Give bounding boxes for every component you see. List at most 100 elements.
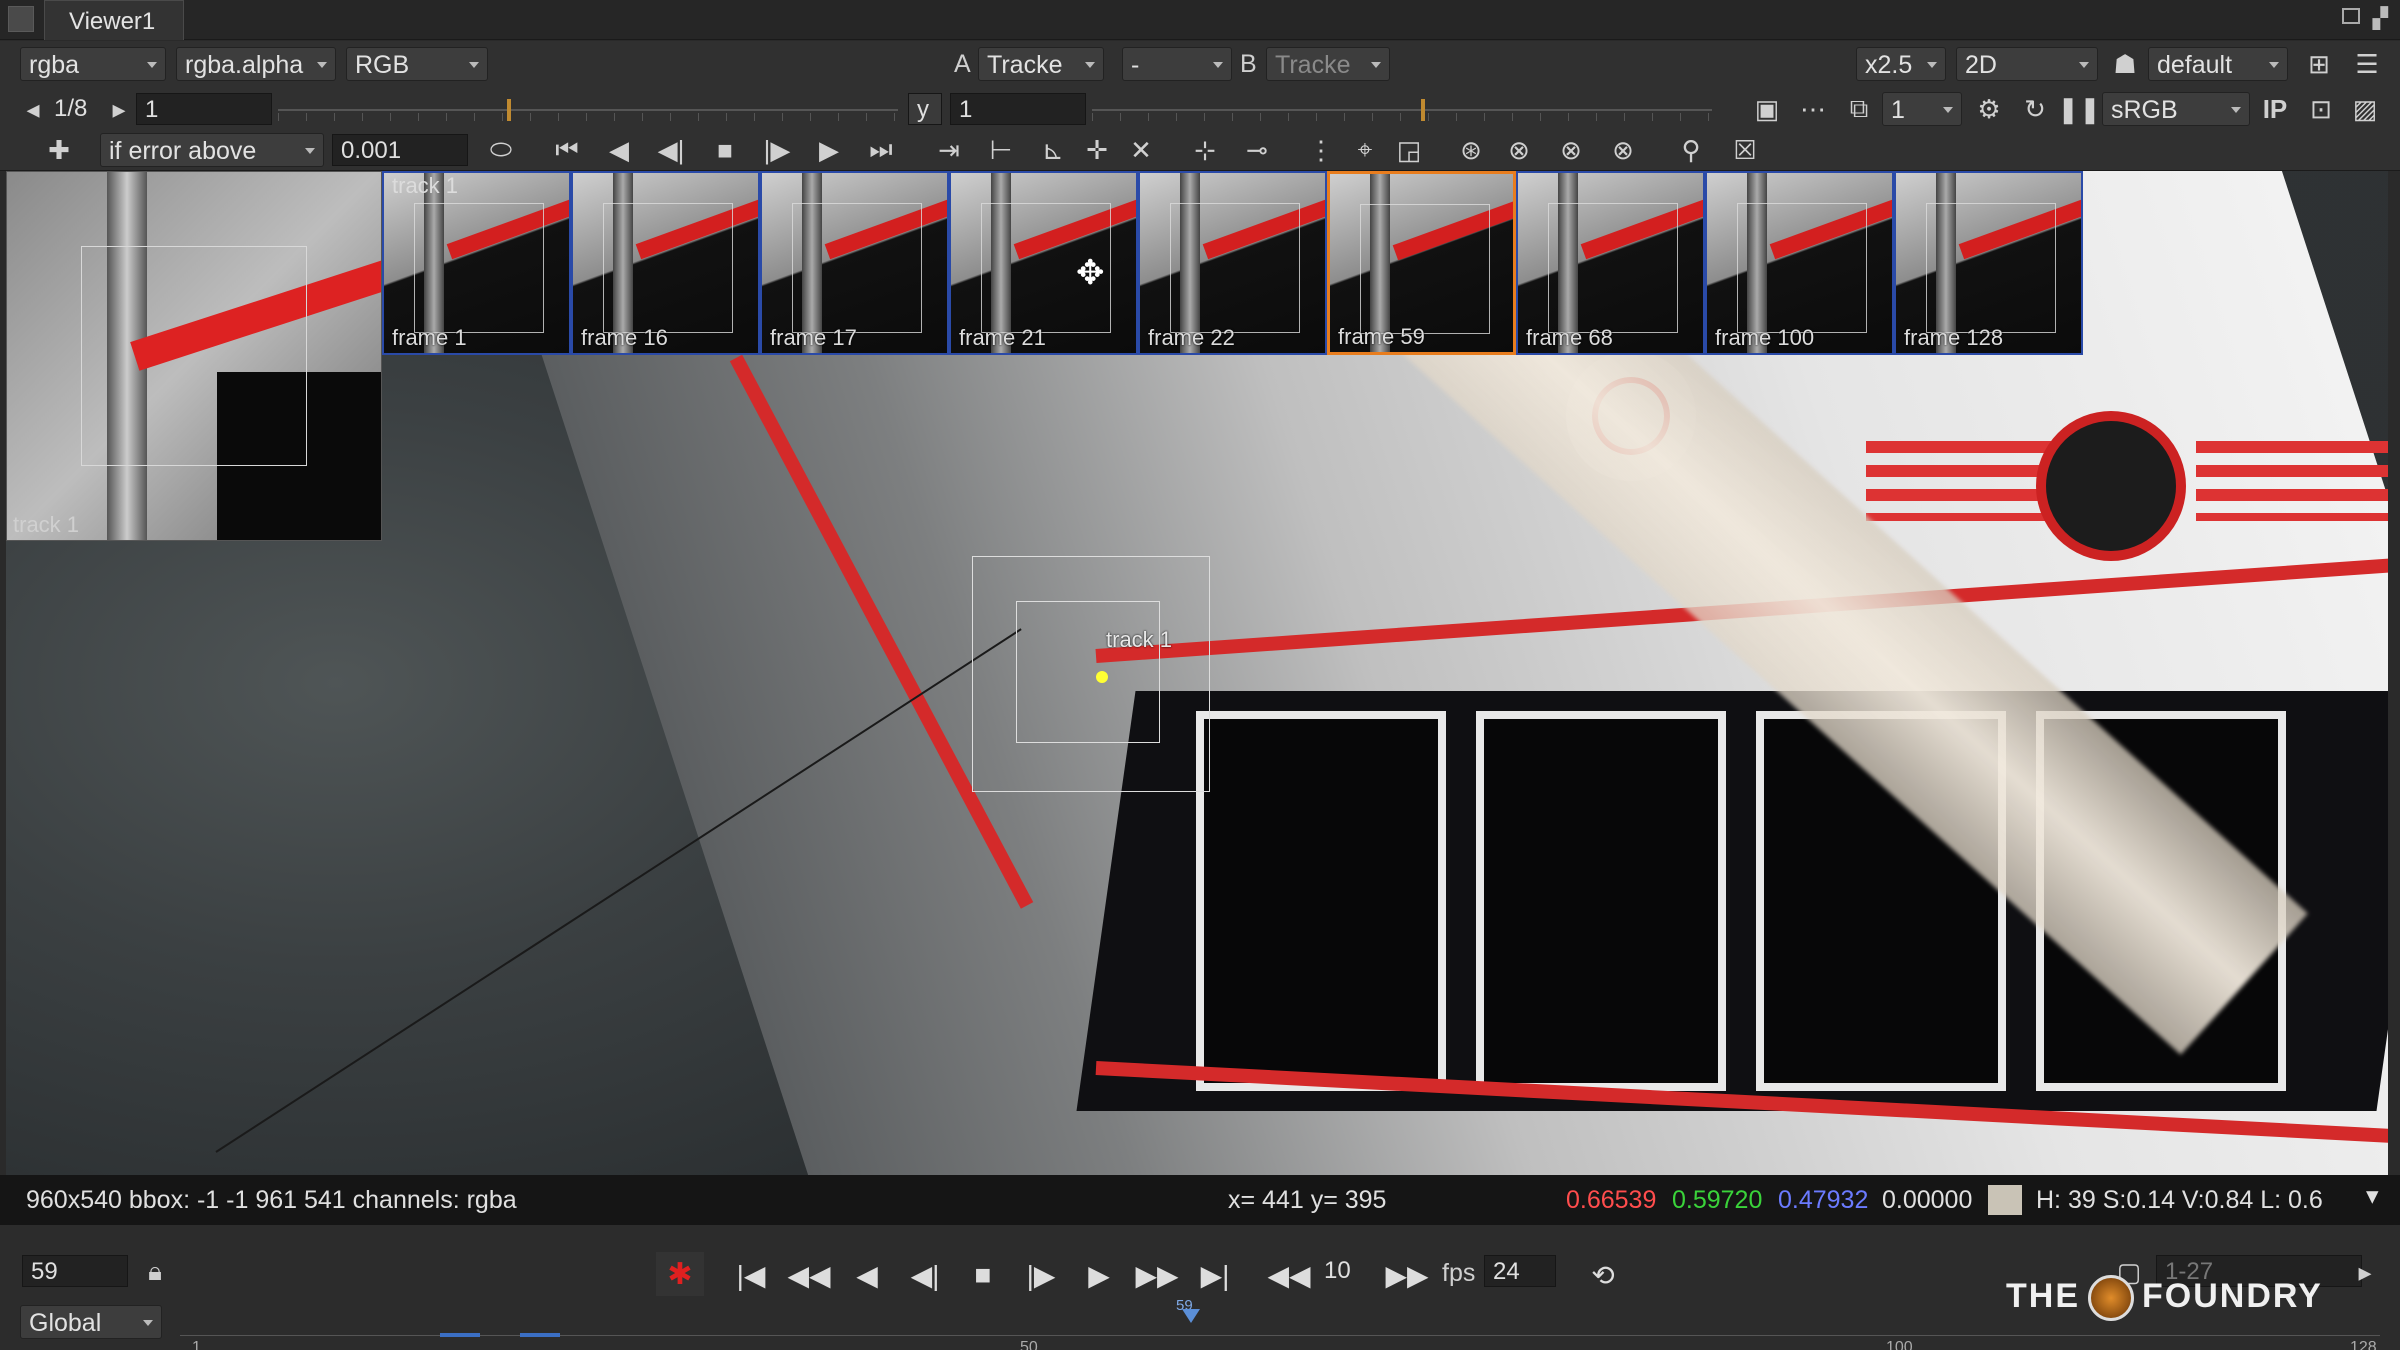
- close-pane-icon[interactable]: ▞: [2373, 6, 2388, 31]
- view-mode-dropdown[interactable]: 2D: [1956, 47, 2098, 81]
- track-forward-icon[interactable]: ▶: [810, 131, 848, 169]
- track-to-end-icon[interactable]: ⏭: [862, 131, 900, 169]
- clear-error-icon[interactable]: ⬭: [482, 131, 520, 169]
- lock-icon[interactable]: 🔒︎: [136, 1253, 174, 1291]
- skip-forward-icon[interactable]: ▶▶: [1384, 1253, 1430, 1297]
- keyframe-thumbnail[interactable]: frame 68: [1516, 171, 1705, 355]
- close-track-window-icon[interactable]: ☒: [1726, 131, 1764, 169]
- frame-offset-field[interactable]: 1: [136, 93, 272, 125]
- delete-keyframe-icon[interactable]: ✕: [1122, 131, 1160, 169]
- keyframe-thumbnail[interactable]: frame 17: [760, 171, 949, 355]
- keyframe-thumbnail[interactable]: frame 128: [1894, 171, 2083, 355]
- track-backward-icon[interactable]: ◀: [600, 131, 638, 169]
- gain-dropdown[interactable]: 1: [1882, 92, 1962, 126]
- gain-slider[interactable]: [278, 91, 898, 125]
- roi-select-icon[interactable]: ▣: [1748, 90, 1786, 128]
- proxy-value[interactable]: 1/8: [46, 93, 106, 125]
- stop-tracking-icon[interactable]: ■: [706, 131, 744, 169]
- slider-knob[interactable]: [1420, 99, 1425, 121]
- record-icon[interactable]: ✱: [656, 1252, 704, 1296]
- skip-frames-field[interactable]: 10: [1316, 1255, 1376, 1287]
- keyframe-thumbnail[interactable]: frame 16: [571, 171, 760, 355]
- stripes-icon[interactable]: ▨: [2346, 90, 2384, 128]
- lut-dropdown[interactable]: default: [2148, 47, 2288, 81]
- range-end-icon[interactable]: ▸: [2346, 1253, 2384, 1291]
- colorspace-dropdown[interactable]: RGB: [346, 47, 488, 81]
- more-options-icon[interactable]: ⋮: [1302, 131, 1340, 169]
- refresh-icon[interactable]: ↻: [2016, 90, 2054, 128]
- track-next-frame-icon[interactable]: |▶: [758, 131, 796, 169]
- first-frame-icon[interactable]: |◀: [728, 1253, 774, 1297]
- track-prev-frame-icon[interactable]: ◀|: [652, 131, 690, 169]
- keyframe-thumbnail[interactable]: frame 100: [1705, 171, 1894, 355]
- zoom-dropdown[interactable]: x2.5: [1856, 47, 1946, 81]
- clear-fwd-icon[interactable]: ⊗: [1552, 131, 1590, 169]
- zoom-inset[interactable]: track 1: [6, 171, 382, 541]
- tab-viewer1[interactable]: Viewer1: [44, 0, 184, 40]
- gamma-field[interactable]: 1: [950, 93, 1086, 125]
- info-menu-icon[interactable]: ▾: [2366, 1181, 2379, 1211]
- keyframe-thumbnail[interactable]: frame 59: [1327, 171, 1516, 355]
- slider-knob[interactable]: [507, 99, 512, 121]
- float-window-icon[interactable]: [2342, 8, 2360, 24]
- menu-icon[interactable]: ☰: [2348, 45, 2386, 83]
- offset-track-icon[interactable]: ⊸: [1238, 131, 1276, 169]
- roi-icon[interactable]: ⊞: [2300, 45, 2338, 83]
- center-track-icon[interactable]: ⊹: [1186, 131, 1224, 169]
- next-frame-icon[interactable]: ▶: [1076, 1253, 1122, 1297]
- input-b-dropdown[interactable]: Tracke: [1266, 47, 1390, 81]
- alpha-channel-dropdown[interactable]: rgba.alpha: [176, 47, 336, 81]
- keyframe-window-icon[interactable]: ◲: [1390, 131, 1428, 169]
- display-lut-dropdown[interactable]: sRGB: [2102, 92, 2250, 126]
- track-selected-icon[interactable]: ⊢: [982, 131, 1020, 169]
- channels-dropdown[interactable]: rgba: [20, 47, 166, 81]
- track-to-start-icon[interactable]: ⏮: [548, 131, 586, 169]
- zoom-track-icon[interactable]: ⚲: [1672, 131, 1710, 169]
- skip-back-icon[interactable]: ◀◀: [1266, 1253, 1312, 1297]
- anchor-icon[interactable]: ⌖: [1346, 131, 1384, 169]
- keyframe-thumbnail[interactable]: track 1 frame 1: [382, 171, 571, 355]
- add-keyframe-icon[interactable]: ⊾: [1034, 131, 1072, 169]
- pause-icon[interactable]: ❚❚: [2057, 90, 2101, 128]
- viewer-canvas[interactable]: track 1 track 1 track 1 frame 1 frame 16 fr…: [6, 171, 2388, 1175]
- clear-back-icon[interactable]: ⊗: [1500, 131, 1538, 169]
- input-process-toggle[interactable]: IP: [2256, 90, 2294, 128]
- scope-dropdown[interactable]: Global: [20, 1305, 162, 1339]
- fps-field[interactable]: 24: [1484, 1255, 1556, 1287]
- last-frame-icon[interactable]: ▶|: [1192, 1253, 1238, 1297]
- stop-icon[interactable]: ■: [960, 1253, 1006, 1297]
- next-proxy-icon[interactable]: ▸: [100, 90, 138, 128]
- alpha-value: 0.00000: [1882, 1186, 1973, 1214]
- gamma-slider[interactable]: [1092, 91, 1712, 125]
- clear-all-icon[interactable]: ⊗: [1604, 131, 1642, 169]
- wipe-icon[interactable]: ⧉: [1840, 90, 1878, 128]
- timeline[interactable]: 1 50 100 128 59: [180, 1297, 2380, 1350]
- mask-overlay-icon[interactable]: ⋯: [1794, 90, 1832, 128]
- current-frame-field[interactable]: 59: [22, 1255, 128, 1287]
- play-backward-icon[interactable]: ◀|: [902, 1253, 948, 1297]
- prev-keyframe-icon[interactable]: ◀◀: [786, 1253, 832, 1297]
- play-forward-icon[interactable]: |▶: [1018, 1253, 1064, 1297]
- clip-icon[interactable]: ⚙: [1970, 90, 2008, 128]
- track-range-icon[interactable]: ⇥: [930, 131, 968, 169]
- dither-icon[interactable]: ⊡: [2302, 90, 2340, 128]
- error-mode-dropdown[interactable]: if error above: [100, 133, 324, 167]
- loop-icon[interactable]: ⟲: [1580, 1253, 1626, 1297]
- track-center-point[interactable]: [1096, 671, 1108, 683]
- chevron-down-icon: [469, 62, 479, 68]
- keyframe-thumbnail[interactable]: frame 22: [1138, 171, 1327, 355]
- next-keyframe-icon[interactable]: ▶▶: [1134, 1253, 1180, 1297]
- playhead[interactable]: [1182, 1309, 1200, 1323]
- input-a-dropdown[interactable]: Tracke: [978, 47, 1104, 81]
- gamma-toggle[interactable]: y: [908, 93, 942, 125]
- track-pattern-area[interactable]: [1016, 601, 1160, 743]
- error-threshold-field[interactable]: 0.001: [332, 134, 468, 166]
- add-track-icon[interactable]: ✚: [40, 131, 78, 169]
- pane-menu-icon[interactable]: [8, 6, 34, 32]
- prev-frame-icon[interactable]: ◀: [844, 1253, 890, 1297]
- compare-operation-dropdown[interactable]: -: [1122, 47, 1232, 81]
- people-icon[interactable]: ☗: [2106, 45, 2144, 83]
- add-keyframe-plus-icon[interactable]: ✛: [1078, 131, 1116, 169]
- keyframe-thumbnail[interactable]: ✥ frame 21: [949, 171, 1138, 355]
- clear-all-keys-icon[interactable]: ⊛: [1452, 131, 1490, 169]
